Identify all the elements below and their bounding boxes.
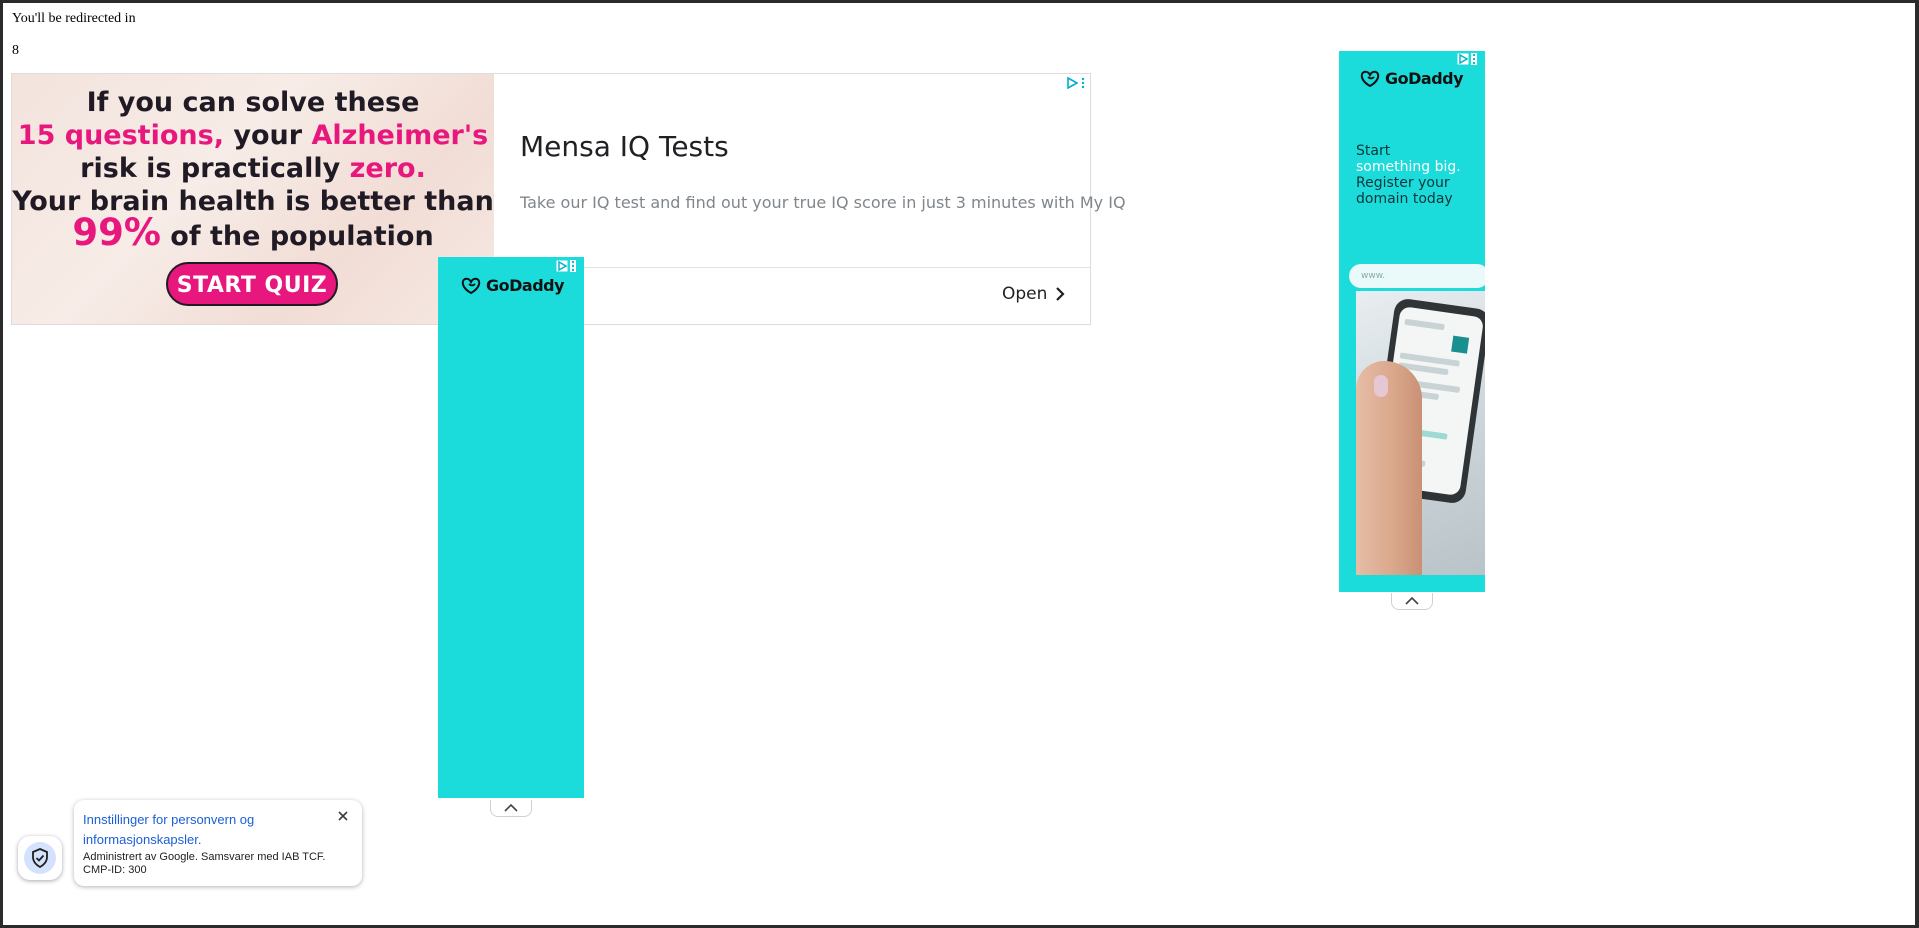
collapse-ad-button-mid[interactable] xyxy=(490,800,532,817)
fingernail-graphic xyxy=(1374,375,1388,397)
godaddy-headline: Start something big. Register your domai… xyxy=(1356,143,1461,207)
adchoices-icon[interactable] xyxy=(556,260,568,272)
consent-popup: Innstillinger for personvern og informas… xyxy=(74,800,362,886)
shield-check-icon xyxy=(32,848,48,868)
adchoices-icon[interactable] xyxy=(1066,77,1078,89)
more-vert-icon[interactable] xyxy=(1471,53,1477,65)
redirect-countdown: 8 xyxy=(12,43,19,58)
consent-settings-link[interactable]: Innstillinger for personvern og informas… xyxy=(83,810,323,850)
godaddy-ad-middle[interactable]: GoDaddy xyxy=(438,257,584,798)
page: You'll be redirected in 8 If you can sol… xyxy=(3,3,1915,925)
adchoices-controls-right[interactable] xyxy=(1457,53,1477,65)
close-icon[interactable] xyxy=(336,809,350,823)
ad-title[interactable]: Mensa IQ Tests xyxy=(520,130,729,163)
consent-managed-by: Administrert av Google. Samsvarer med IA… xyxy=(83,851,326,876)
quiz-line-5: 99% of the population xyxy=(72,211,434,254)
chevron-up-icon xyxy=(1405,597,1419,605)
quiz-line-1: If you can solve these xyxy=(86,87,420,118)
godaddy-logo: GoDaddy xyxy=(1359,69,1464,88)
godaddy-logo: GoDaddy xyxy=(460,276,565,295)
godaddy-ad-right[interactable]: GoDaddy Start something big. Register yo… xyxy=(1339,51,1485,592)
ad-description[interactable]: Take our IQ test and find out your true … xyxy=(520,193,1126,212)
collapse-ad-button-right[interactable] xyxy=(1391,593,1433,610)
godaddy-logo-icon xyxy=(1360,70,1380,87)
more-vert-icon[interactable] xyxy=(1080,77,1086,89)
chevron-right-icon xyxy=(1056,287,1065,301)
start-quiz-button[interactable]: START QUIZ xyxy=(166,262,338,306)
phone-in-hand-image xyxy=(1356,291,1485,575)
adchoices-controls-mid[interactable] xyxy=(556,260,576,272)
quiz-line-2: 15 questions, your Alzheimer's xyxy=(17,120,489,151)
domain-search-field[interactable]: www. xyxy=(1349,264,1485,288)
privacy-settings-button[interactable] xyxy=(18,836,62,880)
hand-graphic xyxy=(1356,361,1422,575)
quiz-line-3: risk is practically zero. xyxy=(80,153,426,184)
open-label: Open xyxy=(1002,284,1048,304)
quiz-ad-image[interactable]: If you can solve these 15 questions, you… xyxy=(12,74,494,324)
shield-badge xyxy=(24,842,56,874)
chevron-up-icon xyxy=(504,804,518,812)
open-button[interactable]: Open xyxy=(1002,284,1065,304)
adchoices-icon[interactable] xyxy=(1457,53,1469,65)
godaddy-logo-icon xyxy=(461,277,481,294)
adchoices-controls[interactable] xyxy=(1066,77,1086,89)
more-vert-icon[interactable] xyxy=(570,260,576,272)
redirect-message: You'll be redirected in xyxy=(12,11,136,26)
